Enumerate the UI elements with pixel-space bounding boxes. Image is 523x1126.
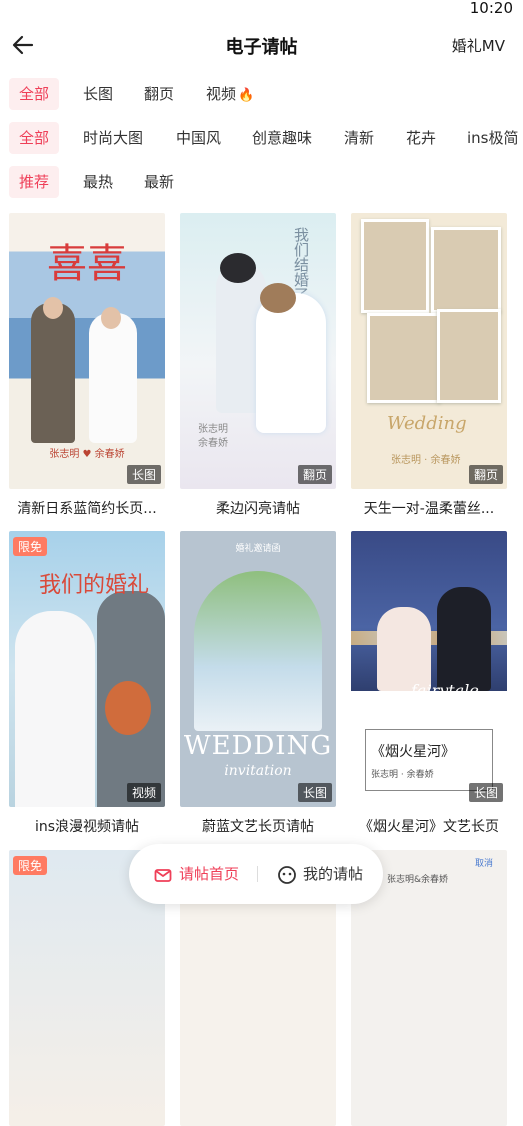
type-badge: 翻页: [468, 465, 503, 484]
format-chip-video-wrap[interactable]: 视频 🔥: [196, 78, 264, 110]
photo-frame: [361, 219, 429, 313]
thumb-text: invitation: [224, 763, 292, 779]
figure-bride: [256, 293, 326, 433]
thumb-text: 我们的婚礼: [39, 573, 150, 598]
format-chip-long[interactable]: 长图: [73, 78, 123, 110]
figure-head: [220, 253, 256, 283]
template-title: 《烟火星河》文艺长页: [359, 819, 499, 835]
type-badge: 长图: [468, 783, 503, 802]
thumb-text: fairytale: [411, 681, 479, 700]
thumb-text: WEDDING: [183, 731, 333, 761]
free-badge: 限免: [13, 537, 48, 556]
bottom-tab-bar: 请帖首页 我的请帖: [129, 844, 383, 904]
thumb-names: 张志明 余春娇: [198, 423, 228, 451]
type-badge: 长图: [297, 783, 332, 802]
figure-head: [43, 297, 63, 319]
type-badge: 翻页: [297, 465, 332, 484]
photo-frame: [437, 309, 501, 403]
style-filter-row: 全部 时尚大图 中国风 创意趣味 清新 花卉 ins极简: [0, 122, 523, 156]
tab-label: 请帖首页: [179, 865, 240, 883]
figure-groom: [31, 303, 75, 443]
template-card[interactable]: fairytale 《烟火星河》 张志明 · 余春娇 长图 《烟火星河》文艺长页: [351, 531, 507, 836]
template-title: 天生一对-温柔蕾丝...: [363, 501, 495, 517]
free-badge: 限免: [13, 856, 48, 875]
thumb-text: Wedding: [387, 413, 467, 434]
photo-arch: [194, 571, 322, 731]
figure-bride: [377, 607, 431, 691]
template-thumbnail: Wedding 张志明 · 余春娇 翻页: [351, 213, 507, 489]
figure-head: [101, 307, 121, 329]
thumb-text: 张志明 ♥ 余春娇: [49, 449, 125, 460]
thumb-text: 张志明&余春娇: [387, 875, 449, 885]
thumb-text: 《烟火星河》: [371, 744, 455, 760]
style-chip-creative[interactable]: 创意趣味: [242, 122, 322, 154]
thumb-text: 喜喜: [47, 241, 127, 287]
fire-icon: 🔥: [238, 88, 255, 103]
template-thumbnail: 我们的婚礼 限免 视频: [9, 531, 165, 807]
thumb-text: 余春娇: [198, 438, 228, 449]
top-nav: 电子请帖 婚礼MV: [0, 22, 523, 68]
figure-bride: [89, 313, 137, 443]
template-card[interactable]: Wedding 张志明 · 余春娇 翻页 天生一对-温柔蕾丝...: [351, 213, 507, 518]
sort-filter-row: 推荐 最热 最新: [0, 166, 523, 200]
page-title: 电子请帖: [225, 37, 298, 58]
template-thumbnail: 我们结婚了 张志明 余春娇 翻页: [180, 213, 336, 489]
format-chip-flip[interactable]: 翻页: [134, 78, 184, 110]
thumb-text: 张志明: [198, 424, 228, 435]
style-chip-flowers[interactable]: 花卉: [396, 122, 446, 154]
sort-chip-hot[interactable]: 最热: [73, 166, 123, 198]
format-chip-all[interactable]: 全部: [9, 78, 60, 110]
template-card[interactable]: 婚礼邀请函 WEDDING invitation 长图 蔚蓝文艺长页请帖: [180, 531, 336, 836]
template-card[interactable]: 我们的婚礼 限免 视频 ins浪漫视频请帖: [9, 531, 165, 836]
smile-face-icon: [278, 865, 296, 884]
sort-chip-new[interactable]: 最新: [134, 166, 184, 198]
style-chip-fresh[interactable]: 清新: [334, 122, 384, 154]
status-time: 10:20: [469, 0, 513, 17]
figure-bride: [15, 611, 95, 807]
photo-frame: [367, 313, 441, 403]
template-title: 蔚蓝文艺长页请帖: [202, 819, 314, 835]
template-title: ins浪漫视频请帖: [34, 819, 140, 835]
status-bar: 10:20: [0, 0, 523, 20]
template-title: 柔边闪亮请帖: [216, 501, 300, 517]
thumb-text: 取消: [474, 859, 493, 869]
envelope-icon: [154, 868, 172, 882]
figure-head: [260, 283, 296, 313]
thumb-text: 张志明 · 余春娇: [391, 455, 461, 466]
type-badge: 长图: [126, 465, 161, 484]
photo-frame: [431, 227, 501, 313]
bouquet: [105, 681, 151, 735]
type-badge: 视频: [126, 783, 161, 802]
wedding-mv-link[interactable]: 婚礼MV: [452, 35, 505, 56]
template-title: 清新日系蓝简约长页...: [17, 501, 157, 517]
template-card[interactable]: 喜喜 张志明 ♥ 余春娇 长图 清新日系蓝简约长页...: [9, 213, 165, 518]
template-thumbnail: fairytale 《烟火星河》 张志明 · 余春娇 长图: [351, 531, 507, 807]
tab-label: 我的请帖: [303, 865, 364, 883]
style-chip-chinese[interactable]: 中国风: [166, 122, 231, 154]
style-chip-ins[interactable]: ins极简: [457, 122, 523, 154]
tab-my-invitations[interactable]: 我的请帖: [277, 844, 363, 904]
thumb-text: 婚礼邀请函: [235, 544, 281, 554]
format-filter-row: 全部 长图 翻页 视频 🔥: [0, 78, 523, 112]
figure-groom: [437, 587, 491, 691]
style-chip-fashion[interactable]: 时尚大图: [73, 122, 153, 154]
tab-invitation-home[interactable]: 请帖首页: [153, 844, 239, 904]
template-thumbnail: 喜喜 张志明 ♥ 余春娇 长图: [9, 213, 165, 489]
tab-divider: [257, 866, 258, 882]
sort-chip-recommended[interactable]: 推荐: [9, 166, 60, 198]
thumb-text: 张志明 · 余春娇: [371, 770, 434, 780]
style-chip-all[interactable]: 全部: [9, 122, 60, 154]
format-chip-video: 视频: [206, 85, 237, 103]
template-thumbnail: 婚礼邀请函 WEDDING invitation 长图: [180, 531, 336, 807]
template-card[interactable]: 我们结婚了 张志明 余春娇 翻页 柔边闪亮请帖: [180, 213, 336, 518]
